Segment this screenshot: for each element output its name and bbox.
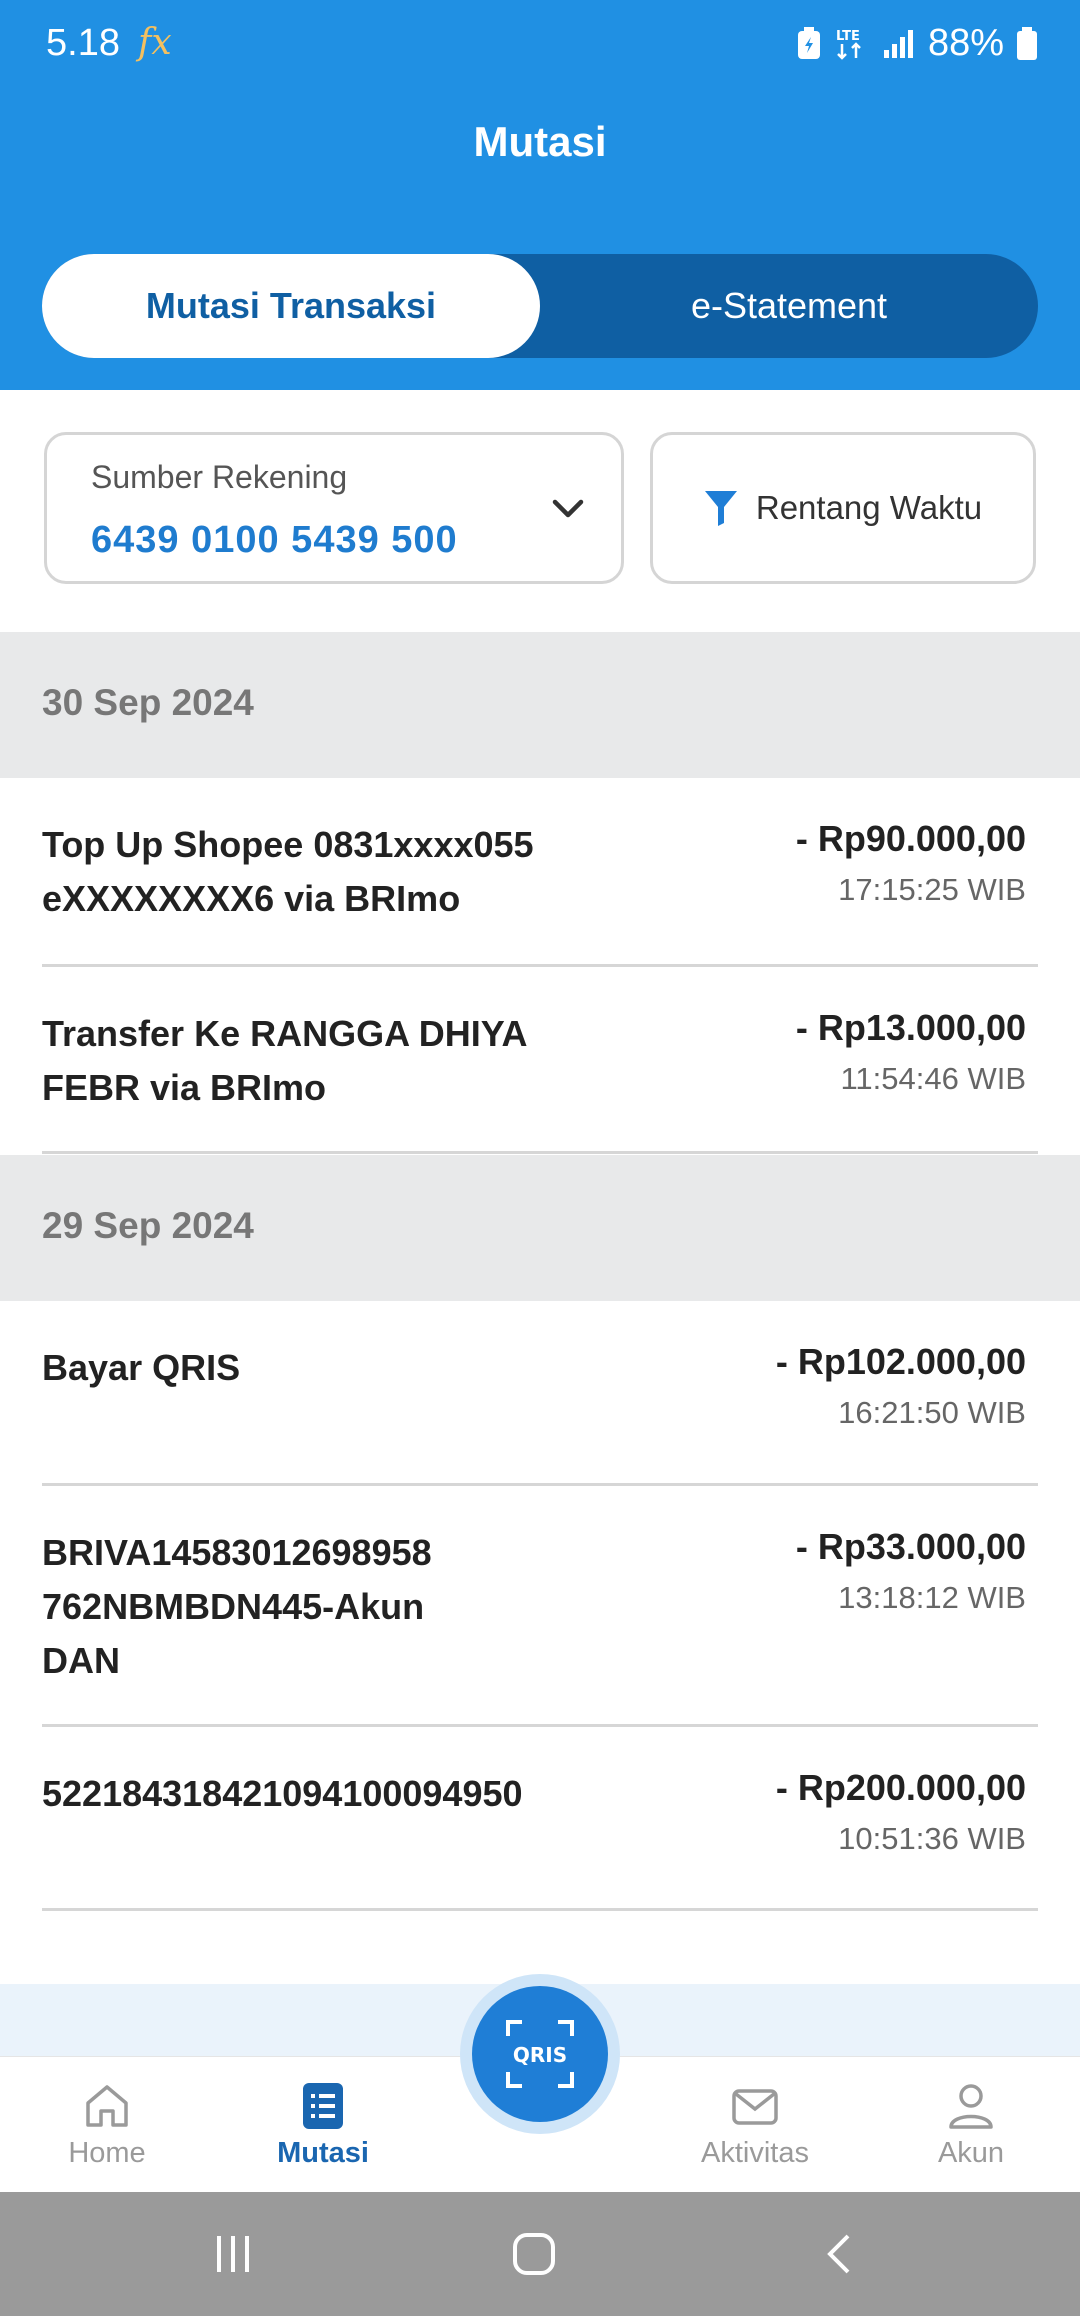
- recent-apps-icon: [217, 2236, 249, 2272]
- transaction-amount: - Rp102.000,00: [775, 1341, 1026, 1382]
- tab-mutasi-transaksi[interactable]: Mutasi Transaksi: [42, 254, 540, 358]
- transaction-time: 11:54:46 WIB: [840, 1061, 1026, 1096]
- chevron-down-icon: [552, 499, 584, 518]
- nav-akun[interactable]: Akun: [881, 2057, 1061, 2193]
- divider: [42, 1151, 1038, 1154]
- date-range-label: Rentang Waktu: [755, 489, 983, 526]
- mail-icon: [732, 2089, 778, 2125]
- home-icon: [86, 2085, 128, 2127]
- divider: [42, 1908, 1038, 1911]
- qris-text: QRIS: [513, 2043, 567, 2067]
- transaction-item[interactable]: Transfer Ke RANGGA DHIYA FEBR via BRImo …: [0, 967, 1080, 1153]
- date-header: 30 Sep 2024: [0, 632, 1080, 778]
- back-button[interactable]: [790, 2222, 890, 2286]
- qris-scan-button[interactable]: QRIS: [460, 1974, 620, 2134]
- signal-icon: [883, 29, 913, 58]
- transaction-amount: - Rp90.000,00: [795, 818, 1026, 859]
- system-nav-bar: [0, 2192, 1080, 2316]
- filter-section: Sumber Rekening 6439 0100 5439 500 Renta…: [0, 390, 1080, 632]
- transaction-amount: - Rp13.000,00: [795, 1007, 1026, 1048]
- battery-saver-icon: [797, 26, 820, 59]
- transaction-time: 16:21:50 WIB: [838, 1395, 1026, 1430]
- transaction-time: 17:15:25 WIB: [838, 872, 1026, 907]
- fx-notification-icon: fx: [138, 22, 172, 63]
- svg-text:LTE: LTE: [836, 29, 860, 44]
- transaction-amount: - Rp200.000,00: [775, 1767, 1026, 1808]
- nav-aktivitas[interactable]: Aktivitas: [665, 2057, 845, 2193]
- transaction-item[interactable]: Top Up Shopee 0831xxxx055 eXXXXXXXX6 via…: [0, 778, 1080, 966]
- nav-akun-label: Akun: [937, 2137, 1005, 2169]
- battery-percent: 88%: [927, 22, 1004, 64]
- list-icon: [303, 2083, 343, 2129]
- account-selector-label: Sumber Rekening: [91, 459, 348, 495]
- tab-e-statement[interactable]: e-Statement: [540, 254, 1038, 358]
- nav-mutasi-label: Mutasi: [277, 2137, 369, 2169]
- battery-icon: [1017, 26, 1037, 60]
- transaction-item[interactable]: BRIVA14583012698958 762NBMBDN445-Akun DA…: [0, 1486, 1080, 1724]
- recent-apps-button[interactable]: [183, 2222, 283, 2286]
- page-title: Mutasi: [473, 118, 607, 165]
- transaction-time: 10:51:36 WIB: [838, 1821, 1026, 1856]
- nav-home[interactable]: Home: [17, 2057, 197, 2193]
- home-button[interactable]: [484, 2222, 584, 2286]
- date-range-button[interactable]: Rentang Waktu: [650, 432, 1036, 584]
- back-icon: [827, 2234, 850, 2274]
- transaction-item[interactable]: Bayar QRIS - Rp102.000,00 16:21:50 WIB: [0, 1301, 1080, 1484]
- date-label: 29 Sep 2024: [42, 1205, 254, 1246]
- transaction-time: 13:18:12 WIB: [838, 1580, 1026, 1615]
- account-number: 6439 0100 5439 500: [91, 519, 458, 561]
- date-label: 30 Sep 2024: [42, 682, 254, 723]
- transaction-item[interactable]: 52218431842109410009495​0 - Rp200.000,00…: [0, 1727, 1080, 1910]
- account-selector[interactable]: Sumber Rekening 6439 0100 5439 500: [44, 432, 624, 584]
- transaction-description: Bayar QRIS: [42, 1347, 241, 1388]
- tab-switcher: Mutasi Transaksi e-Statement: [42, 254, 1038, 358]
- qris-scan-icon: QRIS: [506, 2020, 574, 2088]
- lte-icon: LTE: [836, 29, 861, 60]
- nav-mutasi[interactable]: Mutasi: [233, 2057, 413, 2193]
- header: 5.18 fx LTE 88% Mutasi Mutasi Transaksi …: [0, 0, 1080, 390]
- user-icon: [949, 2084, 993, 2129]
- transaction-amount: - Rp33.000,00: [795, 1526, 1026, 1567]
- qris-scan-inner: QRIS: [472, 1986, 608, 2122]
- transaction-description: BRIVA14583012698958 762NBMBDN445-Akun DA…: [42, 1532, 432, 1681]
- transaction-description: 52218431842109410009495​0: [42, 1773, 523, 1814]
- filter-icon: [704, 491, 737, 526]
- home-circle-icon: [513, 2233, 555, 2275]
- transaction-description: Top Up Shopee 0831xxxx055 eXXXXXXXX6 via…: [42, 824, 534, 919]
- status-time: 5.18: [46, 22, 120, 64]
- transaction-description: Transfer Ke RANGGA DHIYA FEBR via BRImo: [42, 1013, 527, 1108]
- nav-home-label: Home: [68, 2137, 146, 2169]
- status-icons: LTE 88%: [796, 22, 1038, 65]
- nav-aktivitas-label: Aktivitas: [701, 2137, 809, 2169]
- date-header: 29 Sep 2024: [0, 1155, 1080, 1301]
- status-bar: 5.18 fx LTE 88%: [0, 0, 1080, 90]
